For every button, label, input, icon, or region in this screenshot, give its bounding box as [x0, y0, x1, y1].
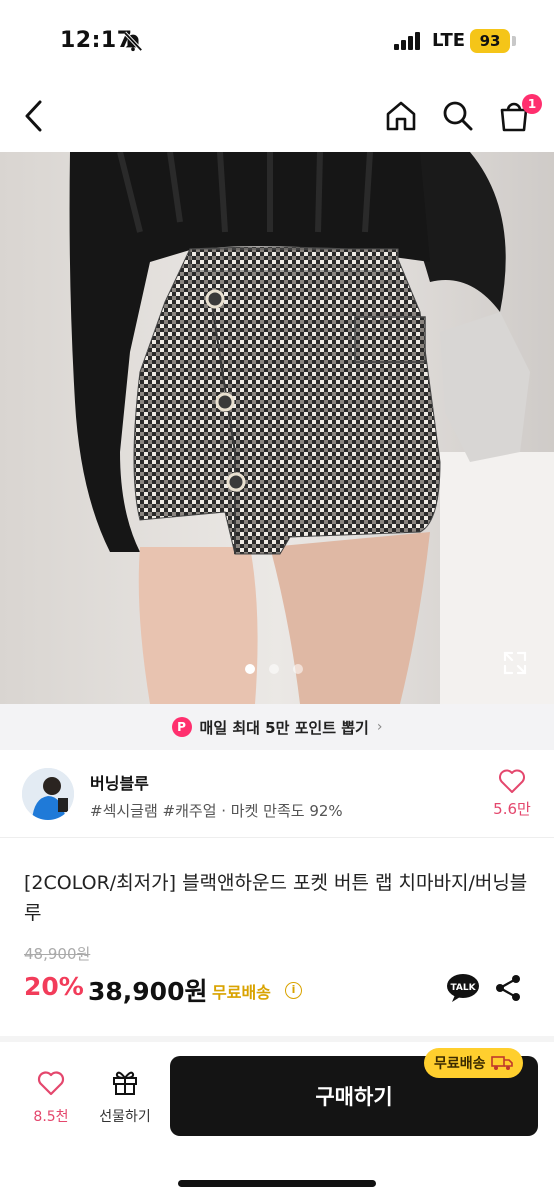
status-bar: 12:17 LTE 93	[0, 0, 554, 80]
like-button[interactable]: 8.5천	[22, 1070, 80, 1126]
share-icon[interactable]	[494, 974, 522, 1002]
nav-bar	[0, 80, 554, 152]
seller-like-count: 5.6만	[493, 800, 531, 818]
seller-row[interactable]: 버닝블루 #섹시글램 #캐주얼 · 마켓 만족도 92% 5.6만	[0, 750, 554, 838]
sale-price: 38,900원	[88, 977, 208, 1006]
bottom-bar: 8.5천 선물하기 구매하기 무료배송	[0, 1042, 554, 1200]
product-photo	[0, 152, 554, 704]
cart-badge: 1	[522, 94, 542, 114]
free-shipping-tag-label: 무료배송	[434, 1056, 486, 1072]
bell-off-icon	[123, 31, 143, 52]
product-title: [2COLOR/최저가] 블랙앤하운드 포켓 버튼 랩 치마바지/버닝블루	[24, 872, 528, 924]
truck-icon	[490, 1056, 513, 1070]
carousel-dots[interactable]	[245, 664, 303, 674]
original-price: 48,900원	[24, 945, 91, 963]
promo-banner[interactable]: P 매일 최대 5만 포인트 뽑기 ›	[0, 704, 554, 750]
back-icon	[25, 100, 42, 132]
like-count: 8.5천	[33, 1109, 69, 1125]
home-icon	[386, 101, 416, 131]
carousel-dot-3[interactable]	[293, 664, 303, 674]
seller-meta: #섹시글램 #캐주얼 · 마켓 만족도 92%	[90, 802, 343, 820]
free-shipping-label: 무료배송	[212, 983, 271, 1002]
promo-text: 매일 최대 5만 포인트 뽑기	[199, 718, 369, 737]
network-label: LTE	[432, 30, 466, 51]
battery-icon: 93	[470, 29, 510, 53]
carousel-dot-1[interactable]	[245, 664, 255, 674]
battery-tip	[512, 36, 516, 46]
avatar-image	[22, 768, 74, 820]
heart-icon[interactable]	[498, 768, 526, 794]
seller-name[interactable]: 버닝블루	[90, 770, 149, 794]
heart-icon	[37, 1071, 65, 1096]
point-icon: P	[171, 717, 192, 737]
chevron-right-icon: ›	[376, 719, 383, 735]
kakao-talk-icon[interactable]: TALK	[446, 973, 480, 1003]
product-image[interactable]	[0, 152, 554, 704]
gift-icon	[113, 1071, 137, 1095]
discount-rate: 20%	[24, 972, 84, 1001]
home-indicator	[178, 1180, 376, 1187]
free-shipping-tag: 무료배송	[424, 1048, 523, 1078]
gift-button[interactable]: 선물하기	[92, 1068, 158, 1126]
info-icon[interactable]: i	[285, 982, 302, 999]
gift-label: 선물하기	[99, 1109, 151, 1125]
expand-icon[interactable]	[502, 650, 528, 676]
seller-avatar[interactable]	[22, 768, 74, 820]
home-button[interactable]	[383, 98, 419, 134]
search-icon	[443, 101, 473, 131]
carousel-dot-2[interactable]	[269, 664, 279, 674]
back-button[interactable]	[16, 98, 52, 134]
signal-icon	[394, 32, 422, 50]
talk-text: TALK	[450, 983, 476, 993]
search-button[interactable]	[440, 98, 476, 134]
